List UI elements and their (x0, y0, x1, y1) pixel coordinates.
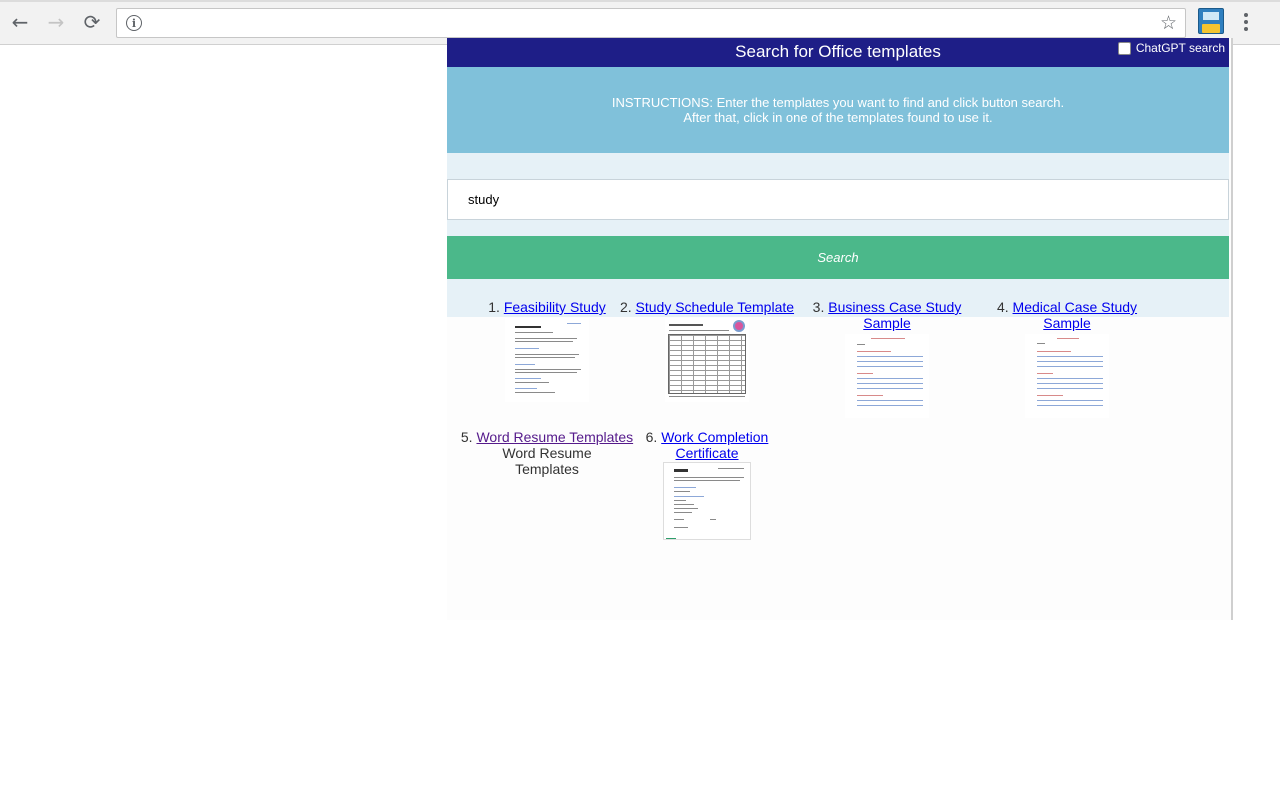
instructions-line-2: After that, click in one of the template… (683, 110, 993, 125)
result-index: 3. (812, 299, 825, 315)
panel-title: Search for Office templates (735, 42, 941, 61)
result-item: 1. Feasibility Study (457, 299, 637, 402)
result-index: 6. (645, 429, 658, 445)
url-input[interactable] (151, 13, 1141, 33)
forward-arrow-icon[interactable]: → (44, 10, 68, 34)
reload-icon[interactable]: ⟳ (80, 10, 104, 34)
search-button[interactable]: Search (447, 236, 1229, 279)
back-arrow-icon[interactable]: ← (8, 10, 32, 34)
result-link[interactable]: Business Case Study Sample (828, 299, 961, 331)
result-item: 3. Business Case Study Sample (797, 299, 977, 418)
result-thumbnail[interactable] (845, 334, 929, 418)
result-index: 2. (619, 299, 632, 315)
chatgpt-checkbox[interactable] (1117, 41, 1131, 55)
address-bar[interactable]: i ☆ (116, 8, 1186, 38)
result-link[interactable]: Word Resume Templates (476, 429, 633, 445)
result-item: 5. Word Resume Templates Word Resume Tem… (457, 429, 637, 477)
result-index: 4. (996, 299, 1009, 315)
chatgpt-toggle[interactable]: ChatGPT search (1117, 40, 1225, 56)
result-index: 1. (488, 299, 500, 315)
result-link[interactable]: Study Schedule Template (636, 299, 795, 315)
search-button-label: Search (817, 250, 859, 265)
chatgpt-label: ChatGPT search (1135, 41, 1225, 55)
result-item: 4. Medical Case Study Sample (977, 299, 1157, 418)
template-search-panel: Search for Office templates ChatGPT sear… (447, 38, 1233, 620)
result-index: 5. (460, 429, 473, 445)
bookmark-star-icon[interactable]: ☆ (1160, 12, 1177, 34)
info-icon[interactable]: i (126, 15, 142, 31)
result-item: 2. Study Schedule Template (617, 299, 797, 402)
search-area-background (447, 153, 1229, 317)
result-link[interactable]: Work Completion Certificate (661, 429, 768, 461)
kebab-menu-icon[interactable] (1238, 10, 1254, 34)
instructions-line-1: INSTRUCTIONS: Enter the templates you wa… (611, 95, 1065, 110)
result-thumbnail[interactable] (663, 462, 751, 540)
template-search-input[interactable] (447, 179, 1229, 220)
tab-strip-edge (0, 0, 1280, 2)
result-thumbnail-alt-text[interactable]: Word Resume Templates (502, 445, 592, 477)
instructions-box: INSTRUCTIONS: Enter the templates you wa… (447, 67, 1229, 153)
result-thumbnail[interactable] (665, 318, 749, 402)
result-link[interactable]: Feasibility Study (504, 299, 606, 315)
result-thumbnail[interactable] (505, 318, 589, 402)
result-link[interactable]: Medical Case Study Sample (1013, 299, 1138, 331)
result-thumbnail[interactable] (1025, 334, 1109, 418)
panel-header: Search for Office templates ChatGPT sear… (447, 38, 1229, 67)
result-item: 6. Work Completion Certificate (617, 429, 797, 540)
floppy-disk-extension-icon[interactable] (1198, 8, 1224, 34)
